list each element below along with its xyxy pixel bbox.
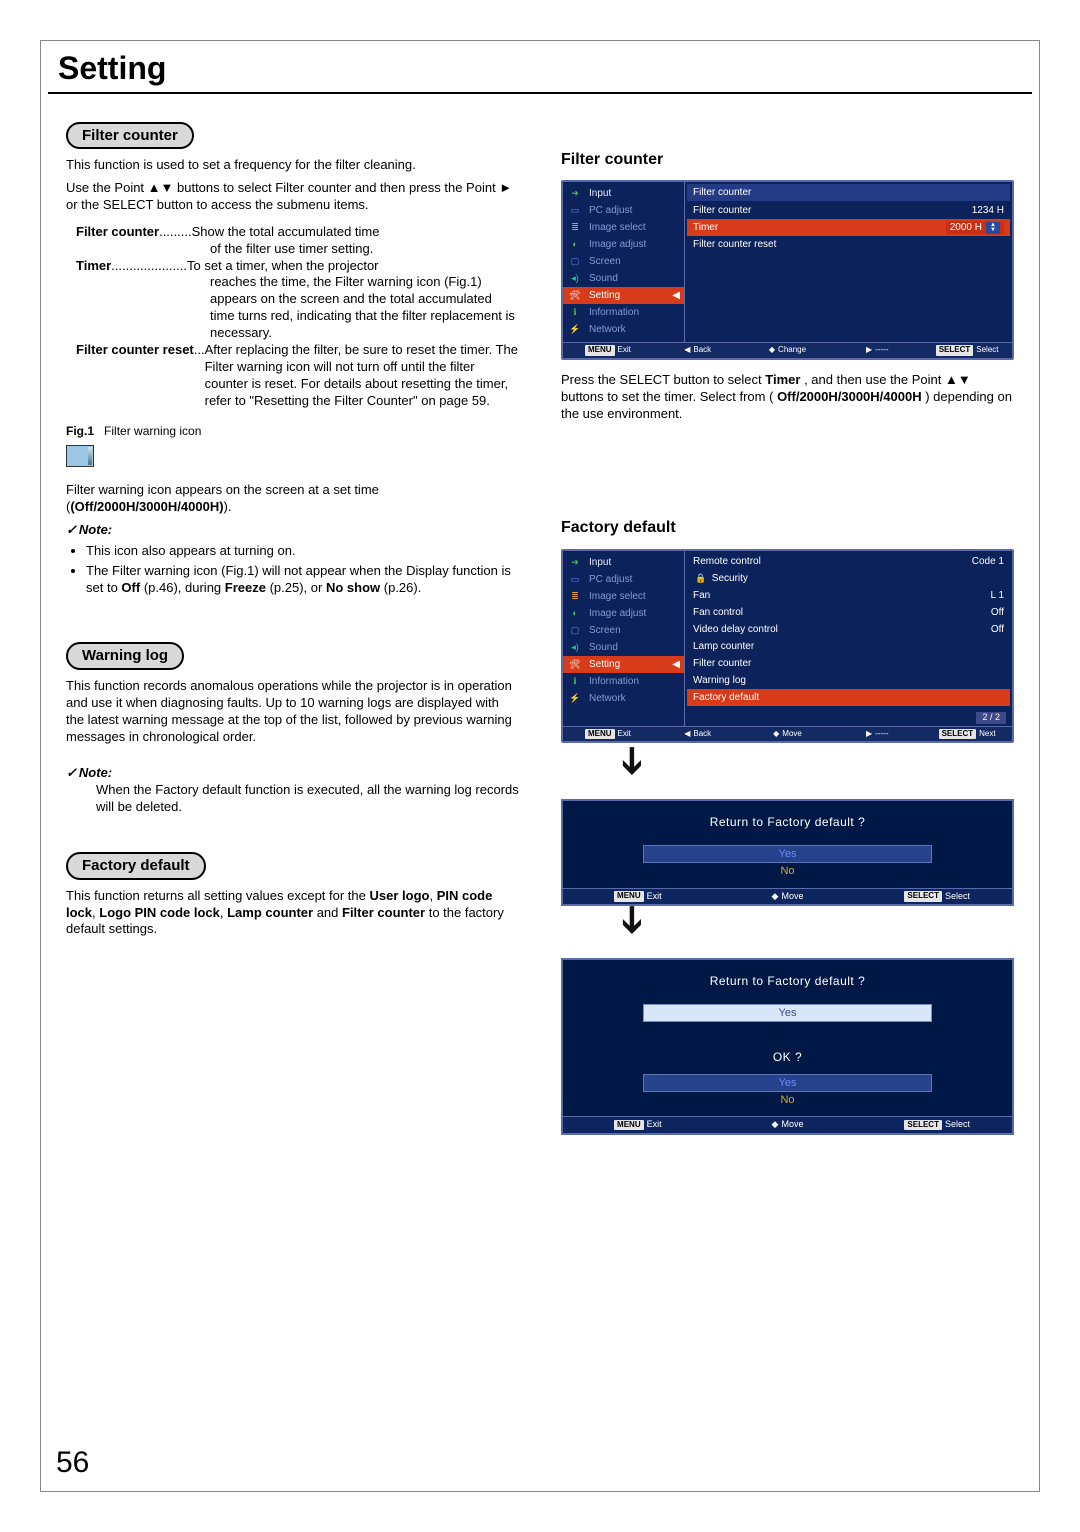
- factory-default-dialog-2: Return to Factory default ? Yes OK ? Yes…: [561, 958, 1014, 1135]
- osd-item-screen[interactable]: ▢Screen: [563, 253, 684, 270]
- input-icon: ➜: [567, 557, 583, 569]
- fig1-label: Fig.1 Filter warning icon: [66, 424, 519, 440]
- screen-icon: ▢: [567, 625, 583, 637]
- osd-row-vdc[interactable]: Video delay controlOff: [687, 621, 1010, 638]
- osd-item-sound[interactable]: ◂)Sound: [563, 270, 684, 287]
- section-title: Setting: [58, 48, 1040, 90]
- warning-log-heading: Warning log: [66, 642, 184, 670]
- page-number: 56: [56, 1443, 89, 1482]
- osd-row-timer[interactable]: Timer 2000 H▲▼: [687, 219, 1010, 236]
- chevron-left-icon: ◀: [672, 658, 680, 671]
- fc-notes: This icon also appears at turning on. Th…: [86, 543, 519, 597]
- wl-note-heading: Note:: [66, 765, 519, 782]
- osd-row-lamp[interactable]: Lamp counter: [687, 638, 1010, 655]
- network-icon: ⚡: [567, 693, 583, 705]
- dlg2-text: Return to Factory default ?: [563, 960, 1012, 1004]
- osd-page-indicator: 2 / 2: [976, 712, 1006, 724]
- osd-item-network[interactable]: ⚡Network: [563, 321, 684, 338]
- arrow-down-icon: ➔: [613, 745, 651, 795]
- fc-desc: Show the total accumulated time: [192, 224, 519, 241]
- setting-icon: 🛠: [567, 659, 583, 671]
- dlg2-ok-yes[interactable]: Yes: [643, 1074, 932, 1092]
- osd-item-setting[interactable]: 🛠Setting◀: [563, 287, 684, 304]
- osd-factory-menu: ➜Input ▭PC adjust ≣Image select ◐Image a…: [561, 549, 1014, 743]
- network-icon: ⚡: [567, 324, 583, 336]
- chevron-left-icon: ◀: [672, 289, 680, 302]
- info-icon: ℹ: [567, 676, 583, 688]
- dlg2-ok-no[interactable]: No: [563, 1092, 1012, 1108]
- osd-item-input[interactable]: ➜Input: [563, 185, 684, 202]
- monitor-icon: ▭: [567, 574, 583, 586]
- sound-icon: ◂): [567, 273, 583, 285]
- fc-sublist: Filter counter ......... Show the total …: [76, 224, 519, 410]
- osd-footer: MENUExit ◀ Back ◆ Change ▶ ----- SELECTS…: [563, 342, 1012, 357]
- osd-side-menu-2: ➜Input ▭PC adjust ≣Image select ◐Image a…: [563, 551, 685, 726]
- image-adjust-icon: ◐: [567, 239, 583, 251]
- dlg1-text: Return to Factory default ?: [563, 801, 1012, 845]
- osd-main-header: Filter counter: [687, 184, 1010, 201]
- osd-item-imgsel[interactable]: ≣Image select: [563, 219, 684, 236]
- fc-intro-1: This function is used to set a frequency…: [66, 157, 519, 174]
- dlg2-yes[interactable]: Yes: [643, 1004, 932, 1022]
- osd-item-imgadj[interactable]: ◐Image adjust: [563, 236, 684, 253]
- osd-row-warn[interactable]: Warning log: [687, 672, 1010, 689]
- factory-default-heading: Factory default: [66, 852, 206, 880]
- osd-filter-heading: Filter counter: [561, 150, 1014, 171]
- osd-factory-heading: Factory default: [561, 518, 1014, 539]
- osd-row-remote[interactable]: Remote controlCode 1: [687, 553, 1010, 570]
- dlg1-yes[interactable]: Yes: [643, 845, 932, 863]
- factory-default-dialog-1: Return to Factory default ? Yes No MENU …: [561, 799, 1014, 906]
- fc-after-fig: Filter warning icon appears on the scree…: [66, 482, 519, 516]
- updown-icon[interactable]: ▲▼: [986, 222, 1000, 234]
- timer-desc: To set a timer, when the projector: [187, 258, 519, 275]
- sound-icon: ◂): [567, 642, 583, 654]
- osd-row-fcreset[interactable]: Filter counter reset: [687, 236, 1010, 253]
- dlg1-no[interactable]: No: [563, 863, 1012, 879]
- image-select-icon: ≣: [567, 591, 583, 603]
- fd-intro: This function returns all setting values…: [66, 888, 519, 939]
- wl-note: When the Factory default function is exe…: [66, 782, 519, 816]
- fc-intro-2: Use the Point ▲▼ buttons to select Filte…: [66, 180, 519, 214]
- osd-footer-2: MENUExit ◀ Back ◆ Move ▶ ----- SELECTNex…: [563, 726, 1012, 741]
- input-icon: ➜: [567, 188, 583, 200]
- fcr-desc: After replacing the filter, be sure to r…: [205, 342, 519, 410]
- osd-row-security[interactable]: 🔒 Security: [687, 570, 1010, 587]
- fc-key: Filter counter: [76, 224, 159, 241]
- osd-item-pc[interactable]: ▭PC adjust: [563, 202, 684, 219]
- osd-row-fc[interactable]: Filter counter1234 H: [687, 202, 1010, 219]
- filter-warning-icon: [66, 445, 94, 467]
- osd-row-fd[interactable]: Factory default: [687, 689, 1010, 706]
- osd-filter-menu: ➜Input ▭PC adjust ≣Image select ◐Image a…: [561, 180, 1014, 359]
- section-rule: [48, 92, 1032, 94]
- timer-key: Timer: [76, 258, 111, 275]
- osd-row-fan[interactable]: FanL 1: [687, 587, 1010, 604]
- note-heading: Note:: [66, 522, 519, 539]
- wl-intro: This function records anomalous operatio…: [66, 678, 519, 746]
- image-select-icon: ≣: [567, 222, 583, 234]
- osd-row-filter[interactable]: Filter counter: [687, 655, 1010, 672]
- dlg2-ok: OK ?: [563, 1042, 1012, 1074]
- lock-icon: 🔒: [693, 573, 709, 585]
- arrow-down-icon: ➔: [613, 904, 651, 954]
- osd-row-fanctrl[interactable]: Fan controlOff: [687, 604, 1010, 621]
- screen-icon: ▢: [567, 256, 583, 268]
- setting-icon: 🛠: [567, 290, 583, 302]
- osd-filter-caption: Press the SELECT button to select Timer …: [561, 372, 1014, 423]
- monitor-icon: ▭: [567, 205, 583, 217]
- osd-item-info[interactable]: ℹInformation: [563, 304, 684, 321]
- info-icon: ℹ: [567, 307, 583, 319]
- filter-counter-heading: Filter counter: [66, 122, 194, 150]
- osd-side-menu: ➜Input ▭PC adjust ≣Image select ◐Image a…: [563, 182, 685, 342]
- image-adjust-icon: ◐: [567, 608, 583, 620]
- fcr-key: Filter counter reset: [76, 342, 194, 410]
